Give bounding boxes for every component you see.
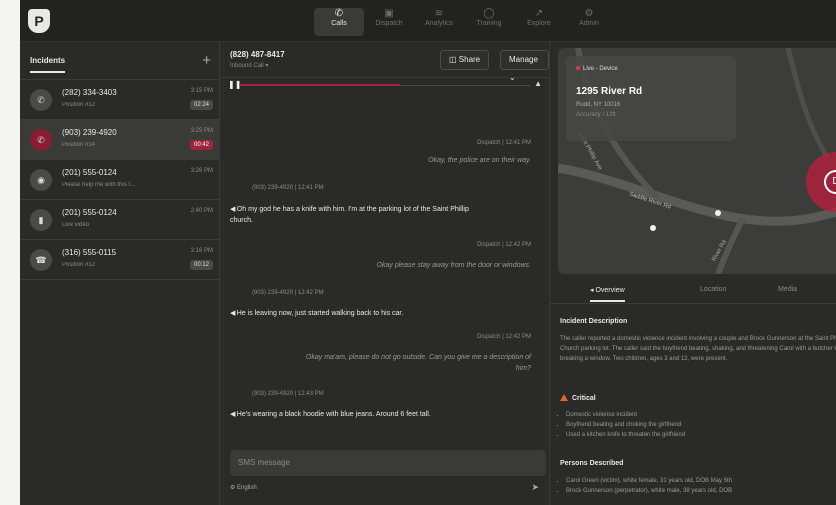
address: 1295 River Rd [576,86,643,97]
message-meta: (903) 239-4920 | 12:43 PM [252,391,324,397]
chart-icon: ≋ [434,8,444,19]
message-meta: Dispatch | 12:42 PM [477,334,531,340]
caller-message: ◀ Oh my god he has a knife with him. I'm… [230,206,469,224]
accuracy: Accuracy / 12ft [576,112,616,118]
dispatch-message: Okay please stay away from the door or w… [376,262,531,269]
caller-number: (828) 487-8417 [230,50,285,59]
app-logo-icon: P [28,9,50,33]
persons-list: Carol Green (victim), white female, 31 y… [566,476,732,496]
critical-list: Domestic violence incident Boyfriend bea… [566,410,685,440]
description-title: Incident Description [560,318,628,325]
message-meta: (903) 239-4920 | 12:42 PM [252,290,324,296]
phone-icon: ✆ [30,129,52,151]
list-item: Boyfriend beating and choking the girlfr… [566,420,685,430]
call-header: (828) 487-8417 Inbound Call ▾ ◫ Share Ma… [220,42,549,82]
list-item: Brock Gunnerson (perpetrator), white mal… [566,486,732,496]
nav-tab-dispatch[interactable]: ▣ Dispatch [364,8,414,36]
incident-item[interactable]: ◉ (201) 555-0124 Please help me with thi… [20,160,219,200]
incident-item[interactable]: ▮ (201) 555-0124 Live video 2:40 PM [20,200,219,240]
duration-badge: 00:42 [189,140,213,150]
duration-badge: 02:24 [189,100,213,110]
duration-badge: 00:12 [189,260,213,270]
list-item: Domestic violence incident [566,410,685,420]
volume-icon[interactable]: ▲ [534,79,542,88]
incident-item[interactable]: ✆ (282) 334-3403 Position #12 3:15 PM 02… [20,80,219,120]
message-meta: Dispatch | 12:42 PM [477,242,531,248]
critical-label: Critical [560,394,596,402]
video-icon: ▮ [30,209,52,231]
language-selector[interactable]: ⚙ English [230,484,257,491]
globe-icon: ⚙ [230,485,238,491]
phone-icon: ✆ [334,8,344,19]
persons-title: Persons Described [560,460,624,467]
call-panel: (828) 487-8417 Inbound Call ▾ ◫ Share Ma… [220,42,550,505]
description-text: The caller reported a domestic violence … [560,336,836,362]
app-window: P ✆ Calls ▣ Dispatch ≋ Analytics ◯ Training … [20,0,836,505]
detail-tabs: ◂ Overview Location Media [550,280,836,304]
caller-message: ◀ He's wearing a black hoodie with blue … [230,411,431,418]
list-item: Used a kitchen knife to threaten the gir… [566,430,685,440]
nav-tab-analytics[interactable]: ≋ Analytics [414,8,464,36]
nav-tab-calls[interactable]: ✆ Calls [314,8,364,36]
send-icon[interactable]: ➤ [531,482,539,493]
audio-player: ❚❚ ▲ [220,78,550,92]
incident-item-selected[interactable]: ✆ (903) 239-4920 Position #14 3:25 PM 00… [20,120,219,160]
speaker-icon: ◀ [230,310,237,317]
call-direction-dropdown[interactable]: Inbound Call ▾ [230,62,268,69]
warning-icon [560,394,568,401]
share-button[interactable]: ◫ Share [440,50,490,70]
caller-message: ◀ He is leaving now, just started walkin… [230,310,404,317]
dispatch-message: Okay, the police are on their way. [428,157,531,164]
incidents-tab[interactable]: Incidents [30,56,66,73]
incidents-header: Incidents + [20,42,219,80]
nav-tab-explore[interactable]: ↗ Explore [514,8,564,36]
chat-icon: ◉ [30,169,52,191]
manage-button[interactable]: Manage ⌄ [500,50,549,82]
live-indicator: Live - Device [576,66,618,72]
tab-overview[interactable]: ◂ Overview [590,286,625,302]
speaker-icon: ◀ [230,206,237,213]
tab-media[interactable]: Media [778,286,797,293]
live-dot-icon [576,66,580,70]
detail-panel: Saint Phillip Ave Saddle River Rd River … [550,42,836,505]
audio-progress[interactable] [240,84,400,86]
add-incident-button[interactable]: + [202,52,211,69]
dispatch-icon: ▣ [384,8,394,19]
message-meta: (903) 239-4920 | 12:41 PM [252,185,324,191]
nav-tab-admin[interactable]: ⚙ Admin [564,8,614,36]
list-item: Carol Green (victim), white female, 31 y… [566,476,732,486]
phone-icon: ✆ [30,89,52,111]
incidents-panel: Incidents + ✆ (282) 334-3403 Position #1… [20,42,220,505]
message-meta: Dispatch | 12:41 PM [477,140,531,146]
explore-icon: ↗ [534,8,544,19]
sms-input[interactable]: SMS message [230,450,546,476]
share-icon: ◫ [449,55,459,64]
gear-icon: ⚙ [584,8,594,19]
incident-item[interactable]: ☎ (316) 555-0115 Position #12 3:16 PM 00… [20,240,219,280]
city: Rudd, NY 10016 [576,102,621,108]
top-navigation: P ✆ Calls ▣ Dispatch ≋ Analytics ◯ Training … [20,0,836,42]
location-map[interactable]: Saint Phillip Ave Saddle River Rd River … [558,48,836,274]
location-card: Live - Device 1295 River Rd Rudd, NY 100… [566,56,736,141]
speaker-icon: ◀ [230,411,237,418]
dispatch-message: Okay ma'am, please do not go outside. Ca… [305,354,531,372]
tab-location[interactable]: Location [700,286,726,293]
training-icon: ◯ [483,8,495,19]
nav-tab-training[interactable]: ◯ Training [464,8,514,36]
phone-hangup-icon: ☎ [30,249,52,271]
